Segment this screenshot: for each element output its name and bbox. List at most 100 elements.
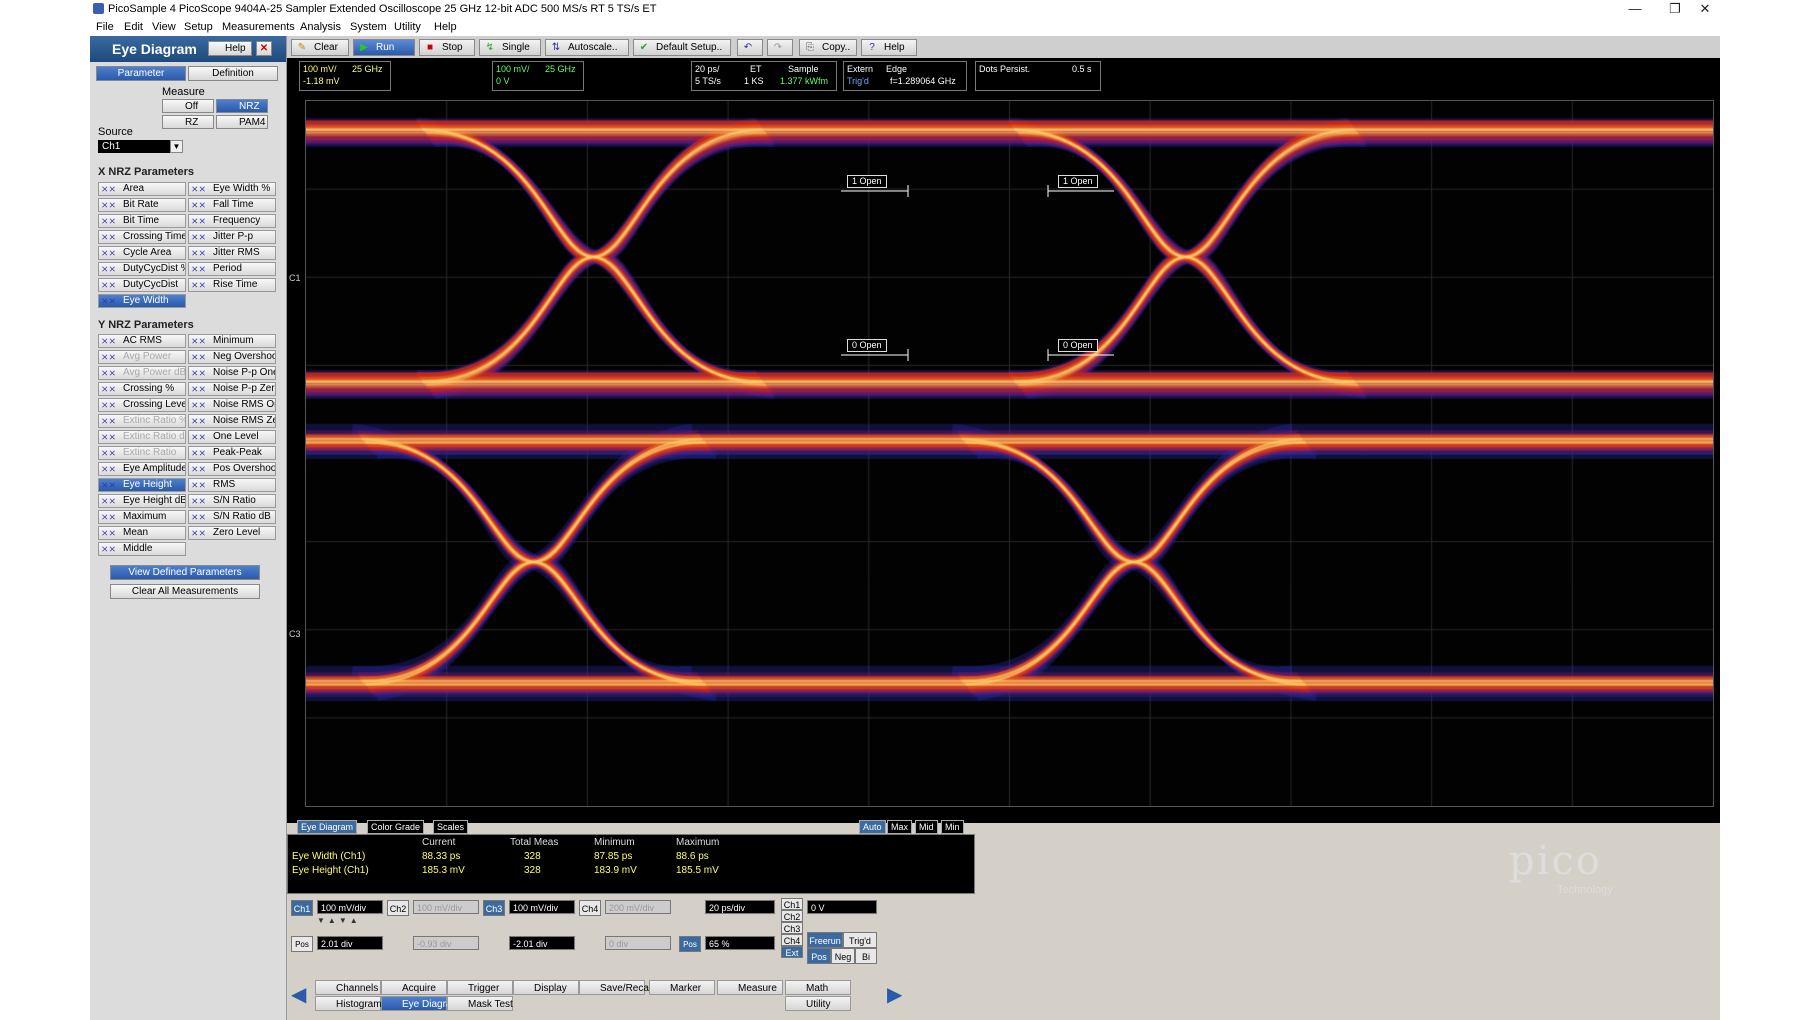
autoscale-button[interactable]: ⇅ Autoscale..	[545, 39, 629, 56]
default-setup-button[interactable]: ✔ Default Setup..	[633, 39, 731, 56]
menu-measurements[interactable]: Measurements	[222, 21, 295, 33]
measure-nrz-button[interactable]: NRZ	[216, 99, 268, 113]
measure-off-button[interactable]: Off	[162, 99, 214, 113]
y-param-button[interactable]: ⨯⨯ Extinc Ratio	[98, 446, 186, 460]
menu-edit[interactable]: Edit	[124, 21, 143, 33]
bottom-tab-eye-diagram[interactable]: Eye Diagram	[381, 996, 447, 1011]
forward-arrow-icon[interactable]: ▶	[887, 982, 907, 1012]
source-select[interactable]: Ch1	[98, 140, 180, 153]
tab-parameter[interactable]: Parameter	[96, 66, 186, 81]
waveform-area[interactable]: 1 Open 1 Open 0 Open 0 Open	[305, 100, 1714, 807]
freerun-button[interactable]: Freerun	[807, 932, 843, 948]
ch2-toggle[interactable]: Ch2	[387, 900, 409, 916]
ch3-info-box[interactable]: 100 mV/ 25 GHz 0 V	[492, 61, 584, 91]
ch1-scale-stepper[interactable]: ▼▲▼▲	[317, 916, 361, 928]
stat-min-button[interactable]: Min	[941, 820, 964, 834]
x-param-button[interactable]: ⨯⨯ Bit Time	[98, 214, 186, 228]
trig-src-ch4[interactable]: Ch4	[781, 934, 803, 946]
ch3-scale[interactable]: 100 mV/div	[509, 900, 575, 914]
measure-rz-button[interactable]: RZ	[162, 115, 214, 129]
y-param-button[interactable]: ⨯⨯ Noise P-p One	[188, 366, 276, 380]
y-param-button[interactable]: ⨯⨯ Neg Overshoot	[188, 350, 276, 364]
stop-button[interactable]: ■ Stop	[419, 39, 475, 56]
y-param-button[interactable]: ⨯⨯ Maximum	[98, 510, 186, 524]
trig-src-ext[interactable]: Ext	[781, 946, 803, 958]
back-arrow-icon[interactable]: ◀	[291, 982, 311, 1012]
bottom-tab-utility[interactable]: Utility	[785, 996, 851, 1011]
menu-system[interactable]: System	[350, 21, 387, 33]
ch1-offset[interactable]: 2.01 div	[317, 936, 383, 950]
clear-all-measurements-button[interactable]: Clear All Measurements	[110, 584, 260, 599]
y-param-button[interactable]: ⨯⨯ Extinc Ratio %	[98, 414, 186, 428]
x-param-button[interactable]: ⨯⨯ Frequency	[188, 214, 276, 228]
y-param-button[interactable]: ⨯⨯ S/N Ratio dB	[188, 510, 276, 524]
y-param-button[interactable]: ⨯⨯ Zero Level	[188, 526, 276, 540]
ch1-toggle[interactable]: Ch1	[291, 900, 313, 916]
stat-max-button[interactable]: Max	[887, 820, 912, 834]
menu-utility[interactable]: Utility	[394, 21, 421, 33]
y-param-button[interactable]: ⨯⨯ One Level	[188, 430, 276, 444]
x-param-button[interactable]: ⨯⨯ Fall Time	[188, 198, 276, 212]
y-param-button[interactable]: ⨯⨯ Crossing %	[98, 382, 186, 396]
bottom-tab-display[interactable]: Display	[513, 980, 579, 995]
undo-button[interactable]: ↶	[737, 39, 763, 56]
timebase-info-box[interactable]: 20 ps/ ET Sample 5 TS/s 1 KS 1.377 kWfm	[691, 61, 837, 91]
trigger-info-box[interactable]: Extern Edge Trig'd f=1.289064 GHz	[843, 61, 967, 91]
ch1-info-box[interactable]: 100 mV/ 25 GHz -1.18 mV	[299, 61, 391, 91]
y-param-button[interactable]: ⨯⨯ Noise RMS Zero	[188, 414, 276, 428]
stat-auto-button[interactable]: Auto	[859, 820, 886, 834]
trig-src-ch2[interactable]: Ch2	[781, 910, 803, 922]
y-param-button[interactable]: ⨯⨯ Noise P-p Zero	[188, 382, 276, 396]
menu-analysis[interactable]: Analysis	[300, 21, 341, 33]
y-param-button[interactable]: ⨯⨯ Peak-Peak	[188, 446, 276, 460]
ch4-toggle[interactable]: Ch4	[579, 900, 601, 916]
y-param-button[interactable]: ⨯⨯ Noise RMS One	[188, 398, 276, 412]
y-param-button[interactable]: ⨯⨯ RMS	[188, 478, 276, 492]
y-param-button[interactable]: ⨯⨯ Mean	[98, 526, 186, 540]
ch1-pos-button[interactable]: Pos	[291, 936, 313, 952]
clear-button[interactable]: ✎ Clear	[291, 39, 349, 56]
x-param-button[interactable]: ⨯⨯ DutyCycDist	[98, 278, 186, 292]
bottom-tab-histogram[interactable]: Histogram	[315, 996, 381, 1011]
panel-close-icon[interactable]: ✕	[256, 41, 272, 56]
redo-button[interactable]: ↷	[767, 39, 793, 56]
slope-pos-button[interactable]: Pos	[807, 948, 831, 964]
bottom-tab-acquire[interactable]: Acquire	[381, 980, 447, 995]
ch3-offset[interactable]: -2.01 div	[509, 936, 575, 950]
x-param-button[interactable]: ⨯⨯ DutyCycDist %	[98, 262, 186, 276]
help-button[interactable]: ? Help	[861, 39, 917, 56]
menu-view[interactable]: View	[152, 21, 176, 33]
bottom-tab-trigger[interactable]: Trigger	[447, 980, 513, 995]
trig-src-ch3[interactable]: Ch3	[781, 922, 803, 934]
x-param-button[interactable]: ⨯⨯ Period	[188, 262, 276, 276]
ch1-scale[interactable]: 100 mV/div	[317, 900, 383, 914]
timebase-scale[interactable]: 20 ps/div	[705, 900, 775, 914]
menu-setup[interactable]: Setup	[184, 21, 213, 33]
maximize-button[interactable]: ❐	[1660, 0, 1690, 18]
ch4-scale[interactable]: 200 mV/div	[605, 900, 671, 914]
y-param-button[interactable]: ⨯⨯ Minimum	[188, 334, 276, 348]
y-param-button[interactable]: ⨯⨯ Eye Height dB	[98, 494, 186, 508]
y-param-button[interactable]: ⨯⨯ Eye Amplitude	[98, 462, 186, 476]
bottom-tab-marker[interactable]: Marker	[649, 980, 715, 995]
x-param-button[interactable]: ⨯⨯ Cycle Area	[98, 246, 186, 260]
timebase-pos-button[interactable]: Pos	[679, 936, 701, 952]
ch2-offset[interactable]: -0.93 div	[413, 936, 479, 950]
trig-src-ch1[interactable]: Ch1	[781, 898, 803, 910]
chevron-down-icon[interactable]: ▼	[170, 140, 183, 153]
minimize-button[interactable]: —	[1620, 0, 1650, 18]
copy-button[interactable]: ⎘ Copy..	[799, 39, 857, 56]
y-param-button[interactable]: ⨯⨯ S/N Ratio	[188, 494, 276, 508]
x-param-button[interactable]: ⨯⨯ Eye Width	[98, 294, 186, 308]
tab-eye-diagram[interactable]: Eye Diagram	[297, 820, 357, 834]
close-window-button[interactable]: ✕	[1690, 0, 1720, 18]
trigd-button[interactable]: Trig'd	[843, 932, 877, 948]
y-param-button[interactable]: ⨯⨯ Middle	[98, 542, 186, 556]
bottom-tab-channels[interactable]: Channels	[315, 980, 381, 995]
x-param-button[interactable]: ⨯⨯ Eye Width %	[188, 182, 276, 196]
timebase-delay[interactable]: 65 %	[705, 936, 775, 950]
menu-file[interactable]: File	[96, 21, 114, 33]
y-param-button[interactable]: ⨯⨯ Extinc Ratio dB	[98, 430, 186, 444]
stat-mid-button[interactable]: Mid	[915, 820, 938, 834]
y-param-button[interactable]: ⨯⨯ AC RMS	[98, 334, 186, 348]
